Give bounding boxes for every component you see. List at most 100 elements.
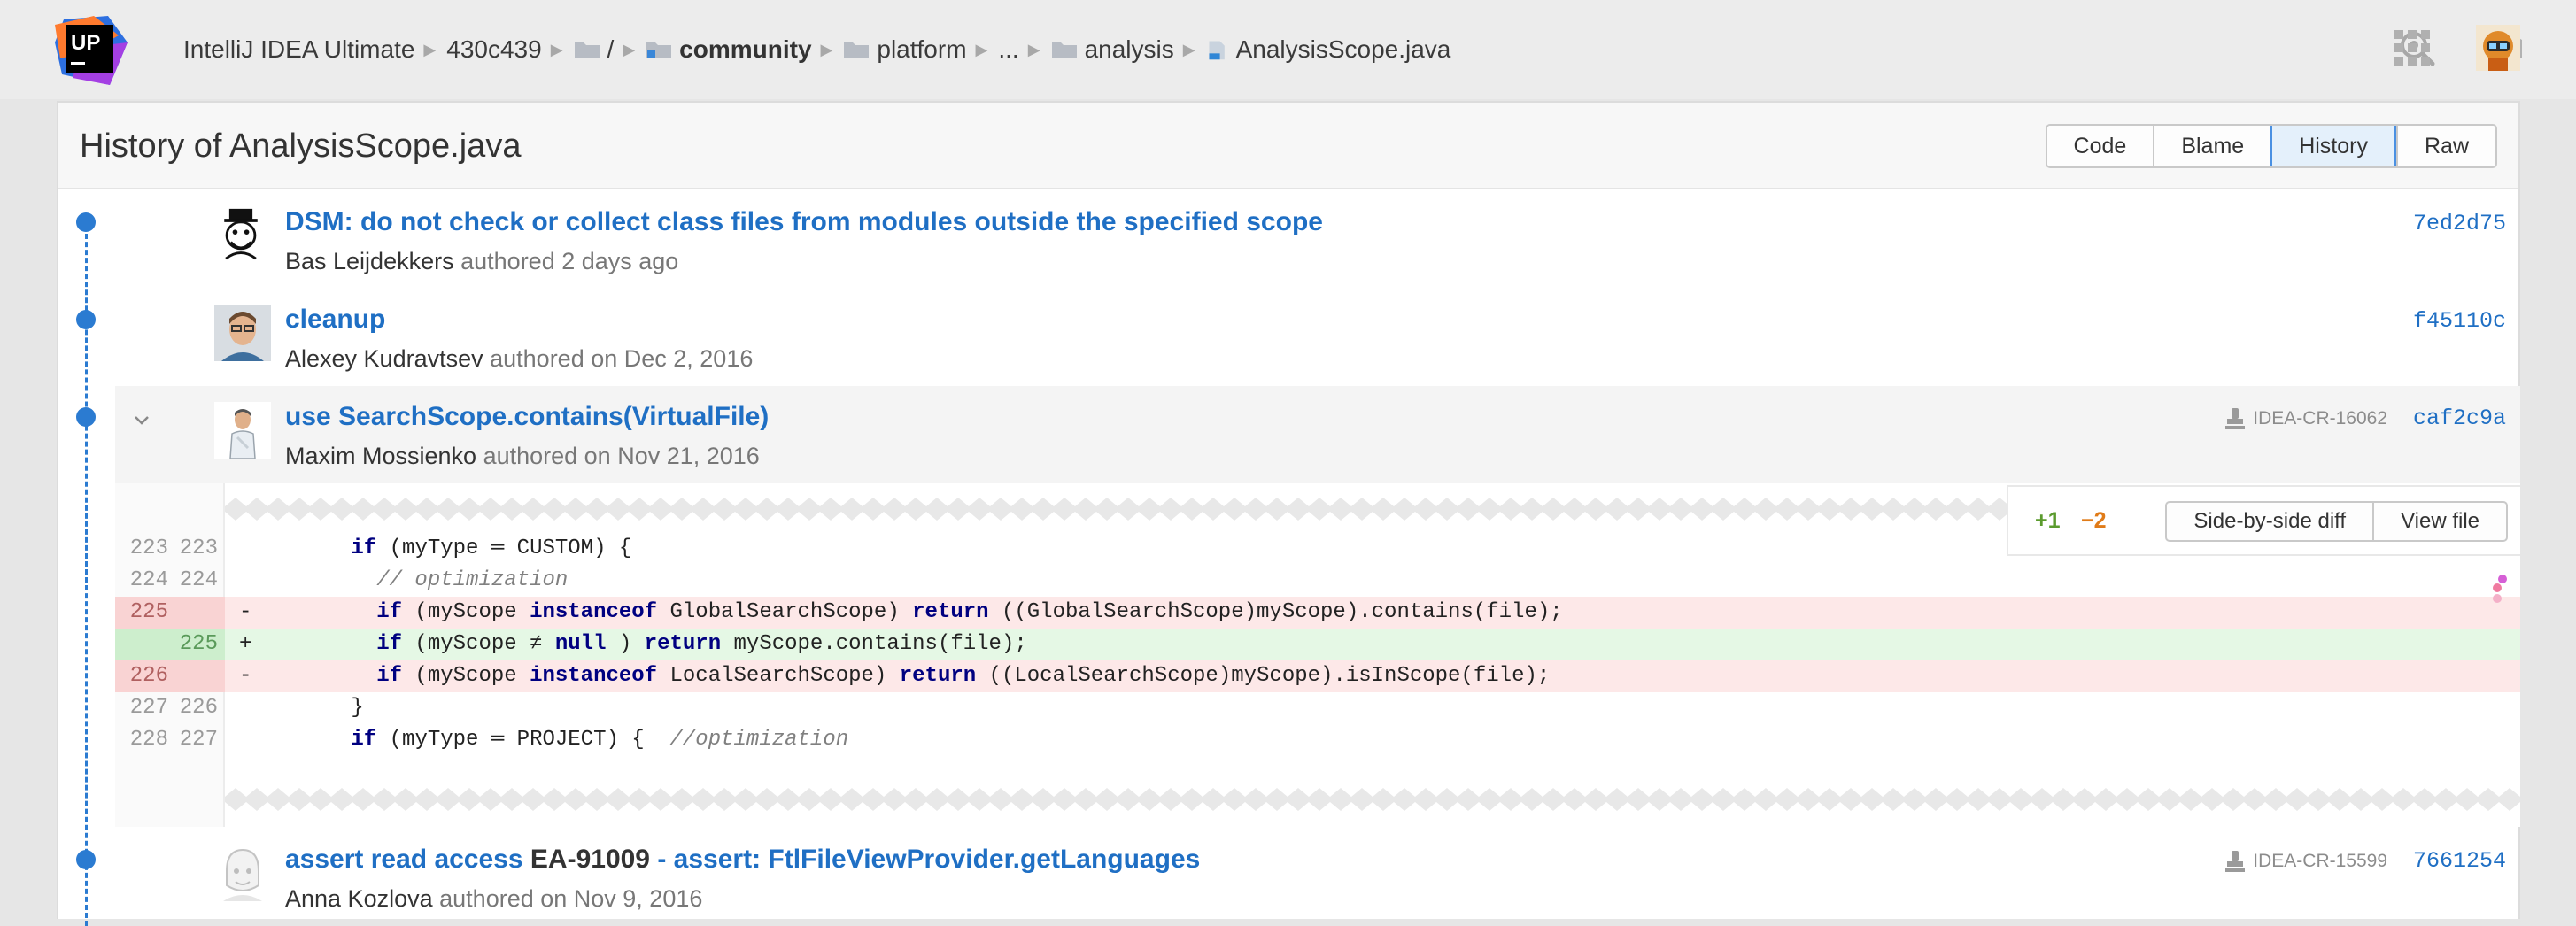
commit-title: assert read access EA-91009 - assert: Ft… xyxy=(285,845,1200,875)
timeline-dot xyxy=(76,212,96,232)
review-link[interactable]: IDEA-CR-16062 xyxy=(2224,407,2387,430)
chevron-right-icon: ▶ xyxy=(623,40,636,58)
panel-header: History of AnalysisScope.java Code Blame… xyxy=(58,103,2518,189)
side-by-side-diff-button[interactable]: Side-by-side diff xyxy=(2167,503,2372,540)
avatar xyxy=(214,845,271,901)
diff-toolbar: +1 −2 Side-by-side diff View file xyxy=(2007,485,2520,556)
commit-meta: Bas Leijdekkers authored 2 days ago xyxy=(285,248,678,275)
breadcrumb-ellipsis[interactable]: ... xyxy=(998,35,1018,64)
page-title: History of AnalysisScope.java xyxy=(80,127,522,165)
timeline-dot xyxy=(76,407,96,427)
breadcrumb-folder-community[interactable]: community xyxy=(679,35,811,64)
new-line-number: 225 xyxy=(179,632,218,656)
diff-line-deleted: 226 - if (myScope instanceof LocalSearchS… xyxy=(115,660,2520,692)
breadcrumb-root[interactable]: / xyxy=(607,35,615,64)
commit-author[interactable]: Maxim Mossienko xyxy=(285,443,476,469)
issue-id[interactable]: EA-91009 xyxy=(530,845,650,874)
commit-meta: Anna Kozlova authored on Nov 9, 2016 xyxy=(285,885,702,913)
chevron-right-icon: ▶ xyxy=(820,40,833,58)
folder-icon xyxy=(1051,42,1077,58)
breadcrumb: IntelliJ IDEA Ultimate ▶ 430c439 ▶ / ▶ c… xyxy=(183,32,1450,67)
commit-hash-link[interactable]: caf2c9a xyxy=(2413,405,2506,431)
apps-grid-icon[interactable] xyxy=(2393,28,2432,67)
timeline-dot xyxy=(76,310,96,329)
code-text: if (myScope instanceof GlobalSearchScope… xyxy=(376,600,1563,624)
commit-row-expanded[interactable]: use SearchScope.contains(VirtualFile) Ma… xyxy=(115,386,2520,483)
folder-icon xyxy=(844,42,870,58)
commit-title-link[interactable]: - assert: FtlFileViewProvider.getLanguag… xyxy=(657,845,1200,874)
chevron-right-icon: ▶ xyxy=(975,40,988,58)
commit-meta: Maxim Mossienko authored on Nov 21, 2016 xyxy=(285,443,760,470)
commit-row[interactable]: cleanup Alexey Kudravtsev authored on De… xyxy=(115,289,2520,386)
commit-date: authored 2 days ago xyxy=(460,248,679,274)
view-file-button[interactable]: View file xyxy=(2372,503,2506,540)
old-line-number: 226 xyxy=(129,664,168,688)
review-stamp-icon xyxy=(2225,408,2246,429)
chevron-right-icon: ▶ xyxy=(423,40,437,58)
diff-line: 227 226 } xyxy=(115,692,2520,724)
tab-history[interactable]: History xyxy=(2270,126,2396,166)
review-link[interactable]: IDEA-CR-15599 xyxy=(2224,850,2387,873)
diff-line-deleted: 225 - if (myScope instanceof GlobalSearch… xyxy=(115,597,2520,629)
commit-hash-link[interactable]: f45110c xyxy=(2413,308,2506,334)
commit-title-link[interactable]: DSM: do not check or collect class files… xyxy=(285,207,1323,237)
top-bar: UP IntelliJ IDEA Ultimate ▶ 430c439 ▶ / … xyxy=(0,0,2576,99)
timeline-dot xyxy=(76,850,96,869)
chevron-right-icon: ▶ xyxy=(1027,40,1040,58)
commit-row[interactable]: DSM: do not check or collect class files… xyxy=(115,191,2520,289)
diff-line: 228 227 if (myType ═ PROJECT) { //optimiz… xyxy=(115,724,2520,756)
java-file-icon xyxy=(1209,41,1225,60)
old-line-number: 227 xyxy=(129,696,168,720)
breadcrumb-folder-platform[interactable]: platform xyxy=(877,35,966,64)
breadcrumb-product[interactable]: IntelliJ IDEA Ultimate xyxy=(183,35,414,64)
code-text: // optimization xyxy=(376,568,569,592)
commit-date: authored on Dec 2, 2016 xyxy=(490,345,754,372)
commit-title-link[interactable]: cleanup xyxy=(285,305,385,335)
old-line-number: 225 xyxy=(129,600,168,624)
review-stamp-icon xyxy=(2225,851,2246,872)
commit-hash-link[interactable]: 7661254 xyxy=(2413,848,2506,874)
new-line-number: 224 xyxy=(179,568,218,592)
review-id[interactable]: IDEA-CR-15599 xyxy=(2253,851,2387,872)
lines-added-count: +1 xyxy=(2035,508,2061,533)
review-id[interactable]: IDEA-CR-16062 xyxy=(2253,408,2387,429)
module-folder-icon xyxy=(646,42,672,58)
commit-title-link[interactable]: assert read access xyxy=(285,845,523,874)
folded-region-bottom[interactable] xyxy=(225,784,2520,814)
diff-line: 224 224 // optimization xyxy=(115,565,2520,597)
diff-line-added: 225 + if (myScope ≠ null ) return myScope… xyxy=(115,629,2520,660)
avatar xyxy=(214,402,271,459)
commit-hash-link[interactable]: 7ed2d75 xyxy=(2413,211,2506,236)
tab-blame[interactable]: Blame xyxy=(2153,126,2271,166)
diff-buttons: Side-by-side diff View file xyxy=(2165,501,2508,542)
chevron-down-icon[interactable] xyxy=(131,409,152,430)
user-avatar[interactable] xyxy=(2476,25,2520,71)
change-markers-icon xyxy=(2493,575,2507,603)
tab-code[interactable]: Code xyxy=(2046,126,2154,166)
code-text: if (myScope ≠ null ) return myScope.cont… xyxy=(376,632,1027,656)
new-line-number: 227 xyxy=(179,728,218,752)
upsource-logo[interactable]: UP xyxy=(55,16,128,85)
breadcrumb-folder-analysis[interactable]: analysis xyxy=(1085,35,1174,64)
code-text: if (myType ═ CUSTOM) { xyxy=(351,536,632,560)
breadcrumb-revision[interactable]: 430c439 xyxy=(446,35,541,64)
old-line-number: 223 xyxy=(129,536,168,560)
chevron-right-icon: ▶ xyxy=(550,40,563,58)
commit-author[interactable]: Anna Kozlova xyxy=(285,885,433,912)
history-panel: History of AnalysisScope.java Code Blame… xyxy=(57,101,2520,926)
code-text: if (myScope instanceof LocalSearchScope)… xyxy=(376,664,1551,688)
commit-author[interactable]: Alexey Kudravtsev xyxy=(285,345,483,372)
commit-date: authored on Nov 21, 2016 xyxy=(483,443,760,469)
commit-title-link[interactable]: use SearchScope.contains(VirtualFile) xyxy=(285,402,769,432)
code-text: if (myType ═ PROJECT) { //optimization xyxy=(351,728,849,752)
breadcrumb-file[interactable]: AnalysisScope.java xyxy=(1236,35,1451,64)
lines-removed-count: −2 xyxy=(2081,508,2107,533)
tab-raw[interactable]: Raw xyxy=(2395,126,2495,166)
svg-text:UP: UP xyxy=(71,31,100,55)
old-line-number: 224 xyxy=(129,568,168,592)
chevron-right-icon: ▶ xyxy=(1182,40,1195,58)
commit-date: authored on Nov 9, 2016 xyxy=(439,885,703,912)
commit-author[interactable]: Bas Leijdekkers xyxy=(285,248,454,274)
new-line-number: 226 xyxy=(179,696,218,720)
commit-row[interactable]: assert read access EA-91009 - assert: Ft… xyxy=(115,829,2520,926)
